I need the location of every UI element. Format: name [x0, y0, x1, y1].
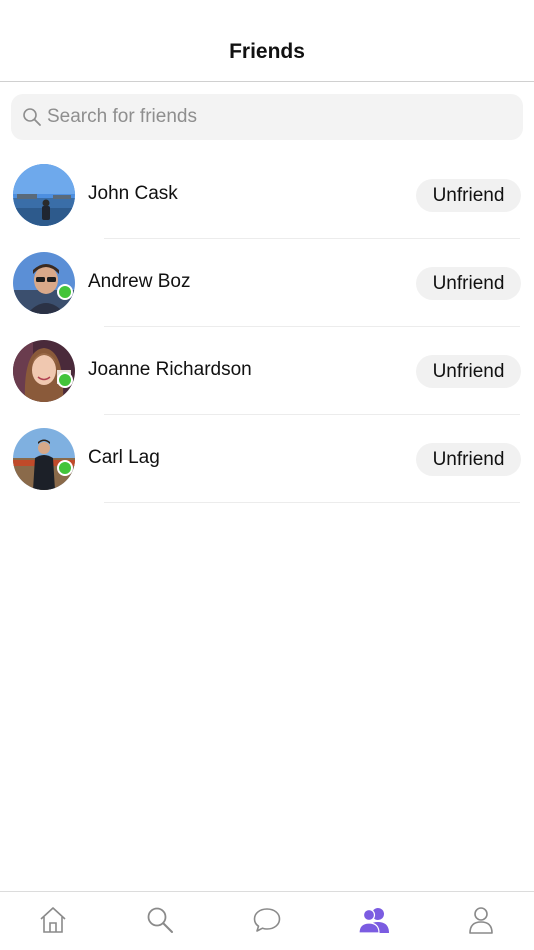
friend-name: Carl Lag — [88, 447, 160, 468]
search-input[interactable] — [47, 94, 507, 140]
search-icon — [145, 905, 175, 940]
friends-icon — [358, 905, 390, 940]
page-title: Friends — [229, 40, 305, 63]
tab-messages[interactable] — [214, 892, 321, 950]
unfriend-button[interactable]: Unfriend — [416, 355, 521, 388]
row-divider — [104, 502, 520, 503]
friend-list: John Cask Unfriend Andrew Boz Unfriend J… — [0, 151, 534, 503]
tab-bar — [0, 891, 534, 950]
friend-name: John Cask — [88, 183, 178, 204]
friend-row: John Cask Unfriend — [0, 151, 534, 239]
search-icon — [22, 107, 42, 127]
tab-search[interactable] — [107, 892, 214, 950]
avatar[interactable] — [13, 164, 75, 226]
avatar[interactable] — [13, 252, 75, 314]
tab-profile[interactable] — [427, 892, 534, 950]
search-bar[interactable] — [11, 94, 523, 140]
tab-friends[interactable] — [320, 892, 427, 950]
chat-bubble-icon — [252, 905, 282, 940]
friend-row: Carl Lag Unfriend — [0, 415, 534, 503]
home-icon — [38, 905, 68, 940]
avatar[interactable] — [13, 428, 75, 490]
friend-row: Andrew Boz Unfriend — [0, 239, 534, 327]
friend-row: Joanne Richardson Unfriend — [0, 327, 534, 415]
online-status-dot — [57, 372, 73, 388]
friend-name: Andrew Boz — [88, 271, 191, 292]
online-status-dot — [57, 460, 73, 476]
unfriend-button[interactable]: Unfriend — [416, 179, 521, 212]
header: Friends — [0, 0, 534, 82]
tab-home[interactable] — [0, 892, 107, 950]
unfriend-button[interactable]: Unfriend — [416, 443, 521, 476]
avatar[interactable] — [13, 340, 75, 402]
profile-icon — [466, 905, 496, 940]
unfriend-button[interactable]: Unfriend — [416, 267, 521, 300]
friend-name: Joanne Richardson — [88, 359, 252, 380]
online-status-dot — [57, 284, 73, 300]
